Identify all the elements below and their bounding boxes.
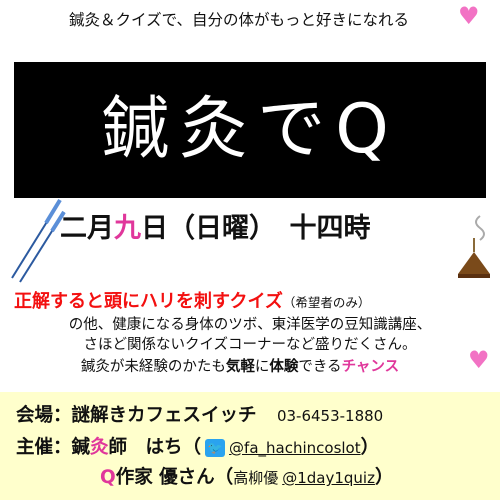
venue-phone: 03-6453-1880 (276, 407, 384, 425)
event-title: 鍼灸でQ (101, 90, 399, 169)
venue: 会場：謎解きカフェスイッチ 03-6453-1880 (16, 401, 383, 427)
incense-icon (458, 215, 490, 278)
description-line-1: の他、健康になる身体のツボ、東洋医学の豆知識講座、 (68, 317, 432, 333)
event-date: 二月九日（日曜） 十四時 (60, 206, 480, 245)
tagline: 鍼灸＆クイズで、自分の体がもっと好きになれる (0, 8, 478, 30)
needle-icon (11, 198, 66, 283)
headline-note: （希望者のみ） (282, 295, 371, 310)
writer-handle-link[interactable]: @1day1quiz (282, 469, 375, 487)
twitter-icon: 🐦 (205, 439, 226, 457)
heart-icon: ♥ (468, 346, 490, 374)
headline: 正解すると頭にハリを刺すクイズ（希望者のみ） (14, 287, 370, 313)
venue-label: 会場：謎解きカフェスイッチ (16, 405, 257, 426)
host: 主催：鍼灸師 はち（ 🐦 @fa_hachincoslot） (16, 437, 380, 458)
host-handle-link[interactable]: @fa_hachincoslot (229, 439, 361, 457)
writer: Q作家 優さん（高柳優 @1day1quiz） (100, 467, 394, 488)
date-rest: 日（日曜） 十四時 (141, 213, 371, 244)
date-day: 九 (114, 213, 141, 244)
heart-icon: ♥ (458, 2, 480, 30)
tagline-text: 鍼灸＆クイズで、自分の体がもっと好きになれる (69, 11, 409, 29)
description-line-2: さほど関係ないクイズコーナーなど盛りだくさん。 (83, 337, 417, 353)
description-line-3: 鍼灸が未経験のかたも気軽に体験できるチャンス (80, 359, 400, 375)
headline-main: 正解すると頭にハリを刺すクイズ (14, 291, 283, 312)
date-month: 二月 (60, 213, 114, 244)
